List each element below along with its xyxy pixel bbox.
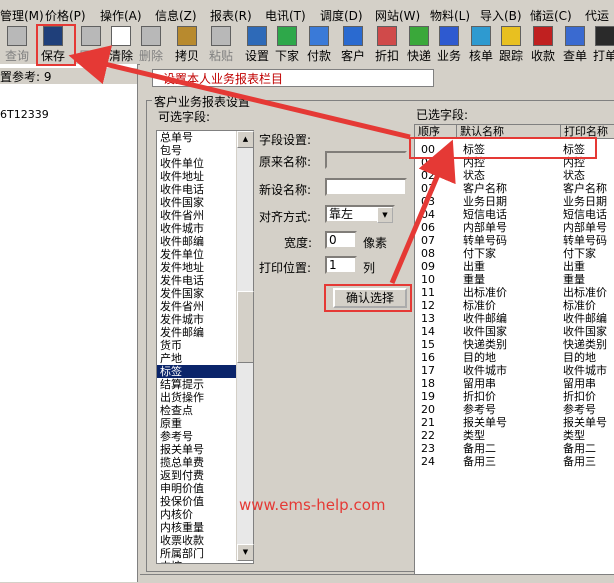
arrow-to-save-icon bbox=[68, 45, 411, 140]
annotation-arrows bbox=[68, 45, 456, 284]
arrow-to-row-icon bbox=[389, 139, 456, 284]
